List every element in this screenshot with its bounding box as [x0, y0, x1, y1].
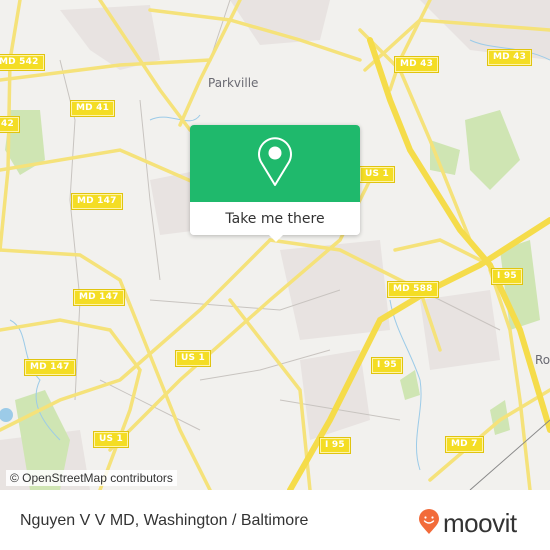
- road-shield: MD 41: [69, 100, 116, 117]
- road-shield: US 1: [359, 166, 395, 183]
- pond: [0, 408, 13, 422]
- take-me-there-button[interactable]: Take me there: [190, 202, 360, 235]
- road-shield: MD 43: [486, 49, 533, 66]
- place-label-parkville: Parkville: [208, 76, 259, 90]
- osm-attribution[interactable]: © OpenStreetMap contributors: [6, 470, 177, 486]
- road-shield: MD 147: [71, 193, 123, 210]
- road-shield: I 95: [371, 357, 403, 374]
- road-shield: I 95: [319, 437, 351, 454]
- map-pin-icon: [255, 136, 295, 192]
- major-roads: [0, 0, 550, 490]
- road-shield: MD 588: [387, 281, 439, 298]
- footer-bar: Nguyen V V MD, Washington / Baltimore mo…: [0, 490, 550, 550]
- road-shield: US 1: [175, 350, 211, 367]
- location-popup: Take me there: [190, 125, 360, 235]
- road-shield: I 95: [491, 268, 523, 285]
- moovit-pin-icon: [418, 508, 440, 539]
- popup-header: [190, 125, 360, 202]
- road-shield: MD 43: [393, 56, 440, 73]
- road-shield: 42: [0, 116, 20, 133]
- moovit-wordmark: moovit: [443, 508, 517, 538]
- road-shield: US 1: [93, 431, 129, 448]
- popup-pointer: [268, 234, 284, 242]
- road-shield: MD 542: [0, 54, 45, 71]
- road-shield: MD 147: [73, 289, 125, 306]
- map-view[interactable]: Parkville Ro MD 542 MD 43 MD 43 MD 41 42…: [0, 0, 550, 490]
- place-label-rosedale: Ro: [535, 353, 550, 367]
- location-title: Nguyen V V MD, Washington / Baltimore: [20, 512, 309, 529]
- road-shield: MD 7: [445, 436, 484, 453]
- road-shield: MD 147: [24, 359, 76, 376]
- map-base-layer: [0, 0, 550, 490]
- urban-areas: [0, 0, 550, 490]
- moovit-logo[interactable]: moovit: [418, 508, 517, 539]
- railway: [469, 419, 550, 490]
